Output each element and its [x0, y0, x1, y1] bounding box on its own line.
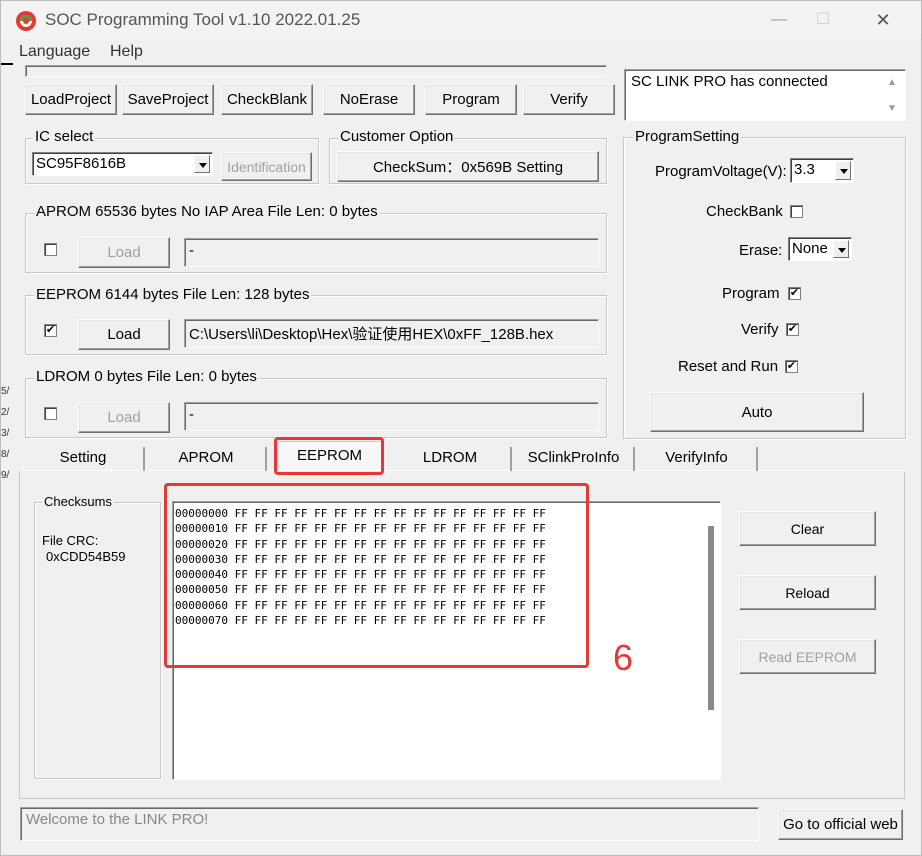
file-crc-value: 0xCDD54B59 [46, 549, 126, 564]
chevron-down-icon[interactable] [833, 240, 849, 258]
program-voltage-value: 3.3 [794, 161, 815, 178]
no-erase-button[interactable]: NoErase [323, 84, 415, 115]
tab-setting[interactable]: Setting [23, 447, 145, 471]
ic-select-value: SC95F8616B [36, 155, 127, 172]
tab-ldrom[interactable]: LDROM [390, 447, 512, 471]
aprom-load-button[interactable]: Load [78, 237, 170, 268]
tab-aprom[interactable]: APROM [147, 447, 267, 471]
verify-button[interactable]: Verify [523, 84, 615, 115]
scroll-down-icon[interactable]: ▼ [887, 103, 897, 114]
app-logo-icon [16, 11, 36, 31]
chevron-down-icon[interactable] [194, 155, 210, 173]
annotation-hex-highlight [164, 483, 589, 668]
customer-option-label: Customer Option [338, 128, 456, 145]
ldrom-label: LDROM 0 bytes File Len: 0 bytes [34, 368, 259, 385]
connection-status-box: SC LINK PRO has connected [624, 69, 906, 121]
check-bank-checkbox[interactable] [790, 205, 803, 218]
menu-help[interactable]: Help [110, 43, 143, 61]
checksums-label: Checksums [42, 494, 114, 509]
erase-value: None [792, 240, 828, 257]
window-title: SOC Programming Tool v1.10 2022.01.25 [45, 10, 361, 29]
auto-button[interactable]: Auto [650, 392, 864, 432]
menu-language[interactable]: Language [19, 43, 90, 61]
maximize-icon[interactable]: ☐ [803, 7, 843, 33]
eeprom-load-button[interactable]: Load [78, 319, 170, 350]
eeprom-label: EEPROM 6144 bytes File Len: 128 bytes [34, 286, 312, 303]
hex-view-scrollbar[interactable] [708, 526, 714, 710]
check-blank-button[interactable]: CheckBlank [221, 84, 313, 115]
erase-dropdown[interactable]: None [788, 237, 852, 261]
ldrom-checkbox[interactable] [44, 407, 57, 420]
identification-button[interactable]: Identification [221, 152, 312, 181]
file-crc-label: File CRC: [42, 533, 99, 548]
clear-button[interactable]: Clear [739, 511, 876, 546]
annotation-number: 6 [613, 637, 634, 678]
verify-option-checkbox[interactable] [786, 323, 799, 336]
checksum-setting-button[interactable]: CheckSum：0x569B Setting [337, 151, 599, 182]
program-voltage-label: ProgramVoltage(V): [655, 163, 787, 180]
verify-option-label: Verify [741, 321, 779, 338]
status-message-field: Welcome to the LINK PRO! [20, 807, 759, 841]
aprom-path-field[interactable]: - [184, 238, 599, 267]
eeprom-path-field[interactable]: C:\Users\li\Desktop\Hex\验证使用HEX\0xFF_128… [184, 319, 599, 348]
ldrom-load-button[interactable]: Load [78, 402, 170, 433]
official-web-button[interactable]: Go to official web [778, 809, 903, 840]
program-button[interactable]: Program [425, 84, 517, 115]
save-project-button[interactable]: SaveProject [122, 84, 214, 115]
annotation-tab-highlight [274, 437, 384, 475]
program-option-label: Program [722, 285, 780, 302]
chevron-down-icon[interactable] [835, 161, 851, 180]
erase-label: Erase: [739, 242, 783, 259]
title-bar: SOC Programming Tool v1.10 2022.01.25 — … [1, 1, 921, 39]
progress-bar [25, 65, 607, 77]
tab-verifyinfo[interactable]: VerifyInfo [637, 447, 758, 471]
minimize-icon[interactable]: — [759, 7, 799, 33]
aprom-label: APROM 65536 bytes No IAP Area File Len: … [34, 203, 380, 220]
connection-status-text: SC LINK PRO has connected [631, 73, 828, 90]
ic-select-dropdown[interactable]: SC95F8616B [32, 152, 213, 176]
background-window-edge [1, 63, 13, 65]
read-eeprom-button[interactable]: Read EEPROM [739, 639, 876, 674]
aprom-checkbox[interactable] [44, 243, 57, 256]
reset-run-checkbox[interactable] [785, 360, 798, 373]
program-option-checkbox[interactable] [788, 287, 801, 300]
menu-bar: Language Help [1, 39, 921, 67]
reset-run-label: Reset and Run [678, 358, 779, 375]
ic-select-label: IC select [33, 128, 96, 145]
app-window: SOC Programming Tool v1.10 2022.01.25 — … [0, 0, 922, 856]
program-setting-label: ProgramSetting [633, 128, 742, 145]
ldrom-path-field[interactable]: - [184, 402, 599, 431]
eeprom-checkbox[interactable] [44, 324, 57, 337]
check-bank-label: CheckBank [706, 203, 783, 220]
load-project-button[interactable]: LoadProject [25, 84, 117, 115]
scroll-up-icon[interactable]: ▲ [887, 77, 897, 88]
reload-button[interactable]: Reload [739, 575, 876, 610]
close-icon[interactable]: ✕ [863, 7, 903, 33]
program-voltage-dropdown[interactable]: 3.3 [790, 158, 854, 183]
tab-sclinkproinfo[interactable]: SClinkProInfo [514, 447, 635, 471]
background-fragments: 5/ 2/ 3/ 8/ 9/ [1, 386, 10, 481]
